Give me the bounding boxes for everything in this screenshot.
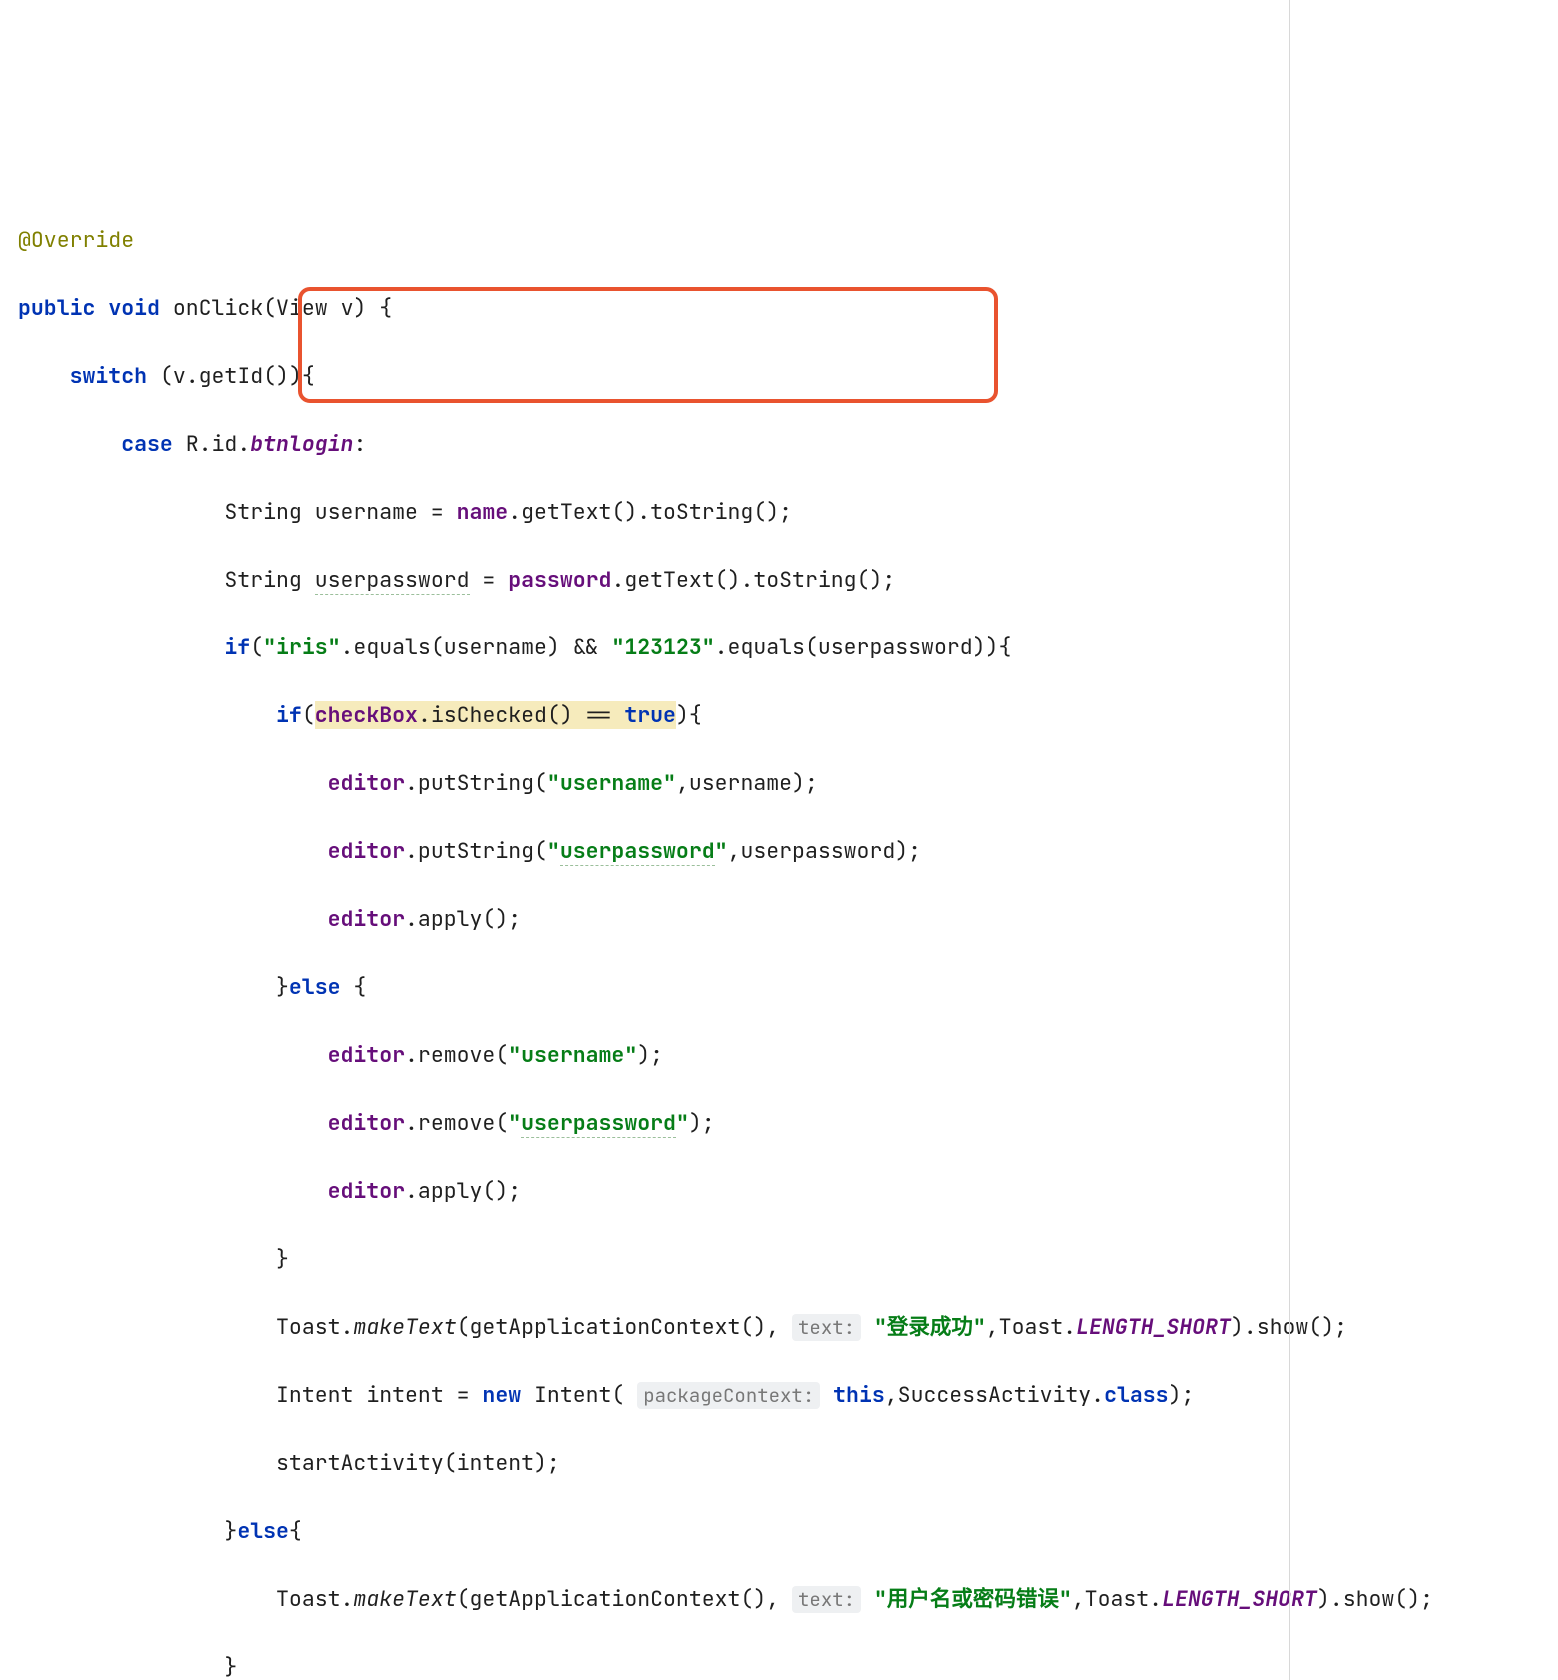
code-line: editor.apply(); [18,1175,1540,1209]
code-line: public void onClick(View v) { [18,292,1540,326]
code-line: case R.id.btnlogin: [18,428,1540,462]
code-line: editor.remove("userpassword"); [18,1107,1540,1141]
code-line: switch (v.getId()){ [18,360,1540,394]
param-hint: packageContext: [637,1382,820,1409]
code-line: startActivity(intent); [18,1447,1540,1481]
code-line: if(checkBox.isChecked() == true){ [18,699,1540,733]
code-line: }else { [18,971,1540,1005]
code-line: Toast.makeText(getApplicationContext(), … [18,1583,1540,1617]
code-line: Intent intent = new Intent( packageConte… [18,1379,1540,1413]
param-hint: text: [792,1314,861,1341]
code-line: String username = name.getText().toStrin… [18,496,1540,530]
code-line: @Override [18,224,1540,258]
code-line: String userpassword = password.getText()… [18,564,1540,598]
code-line: } [18,1651,1540,1680]
code-line: editor.putString("username",username); [18,767,1540,801]
param-hint: text: [792,1586,861,1613]
annotation: @Override [18,226,134,254]
code-line: editor.remove("username"); [18,1039,1540,1073]
editor-right-margin [1289,0,1290,1680]
code-line: }else{ [18,1515,1540,1549]
code-line: editor.putString("userpassword",userpass… [18,835,1540,869]
code-line: if("iris".equals(username) && "123123".e… [18,631,1540,665]
code-line: } [18,1243,1540,1277]
code-line: editor.apply(); [18,903,1540,937]
code-line: Toast.makeText(getApplicationContext(), … [18,1311,1540,1345]
